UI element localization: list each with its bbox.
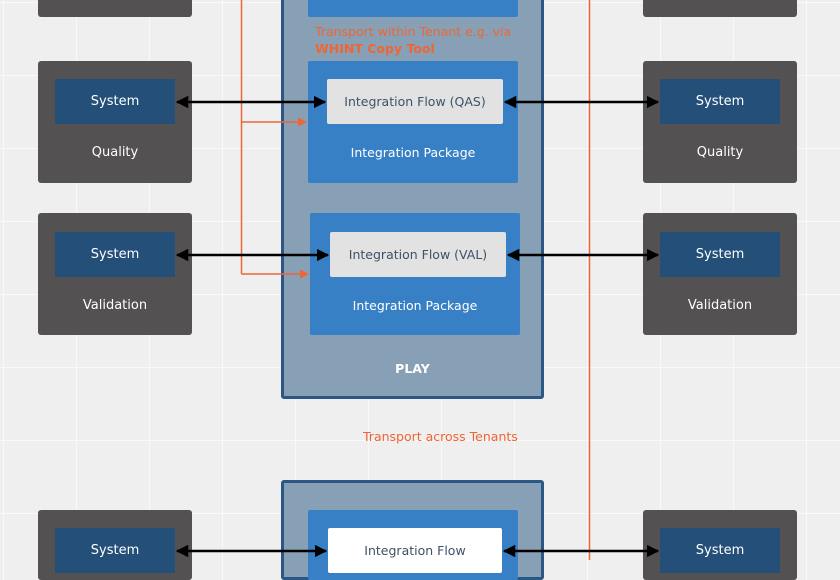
tenant-play — [281, 0, 544, 399]
stage-label-left-quality: Quality — [91, 145, 139, 160]
integration-flow-val-label: Integration Flow (VAL) — [348, 247, 488, 262]
stage-label-right-validation: Validation — [687, 298, 753, 313]
system-label: System — [695, 543, 745, 558]
transport-within-text: Transport within Tenant e.g. via — [315, 24, 512, 39]
system-box-right-quality[interactable]: System — [660, 79, 780, 124]
integration-package-top-partial — [308, 0, 518, 17]
stage-label-left-validation: Validation — [82, 298, 148, 313]
system-box-right-next[interactable]: System — [660, 528, 780, 573]
integration-flow-qas-label: Integration Flow (QAS) — [344, 94, 486, 109]
system-label: System — [90, 94, 140, 109]
integration-flow-next[interactable]: Integration Flow — [328, 528, 502, 573]
tenant-play-label: PLAY — [395, 361, 430, 376]
system-frame-top-left-partial — [38, 0, 192, 17]
system-box-left-next[interactable]: System — [55, 528, 175, 573]
transport-within-tenant-note: Transport within Tenant e.g. via WHINT C… — [315, 23, 535, 57]
system-box-left-quality[interactable]: System — [55, 79, 175, 124]
system-box-right-validation[interactable]: System — [660, 232, 780, 277]
system-frame-top-right-partial — [643, 0, 797, 17]
integration-flow-next-label: Integration Flow — [364, 543, 466, 558]
system-label: System — [90, 247, 140, 262]
system-box-left-validation[interactable]: System — [55, 232, 175, 277]
transport-across-tenants-note: Transport across Tenants — [363, 429, 518, 444]
transport-tool-name: WHINT Copy Tool — [315, 41, 435, 56]
integration-flow-qas[interactable]: Integration Flow (QAS) — [327, 79, 503, 124]
integration-flow-val[interactable]: Integration Flow (VAL) — [330, 232, 506, 277]
integration-package-val-label: Integration Package — [352, 298, 478, 313]
system-label: System — [695, 247, 745, 262]
stage-label-right-quality: Quality — [696, 145, 744, 160]
system-label: System — [90, 543, 140, 558]
integration-package-qas-label: Integration Package — [350, 145, 476, 160]
system-label: System — [695, 94, 745, 109]
